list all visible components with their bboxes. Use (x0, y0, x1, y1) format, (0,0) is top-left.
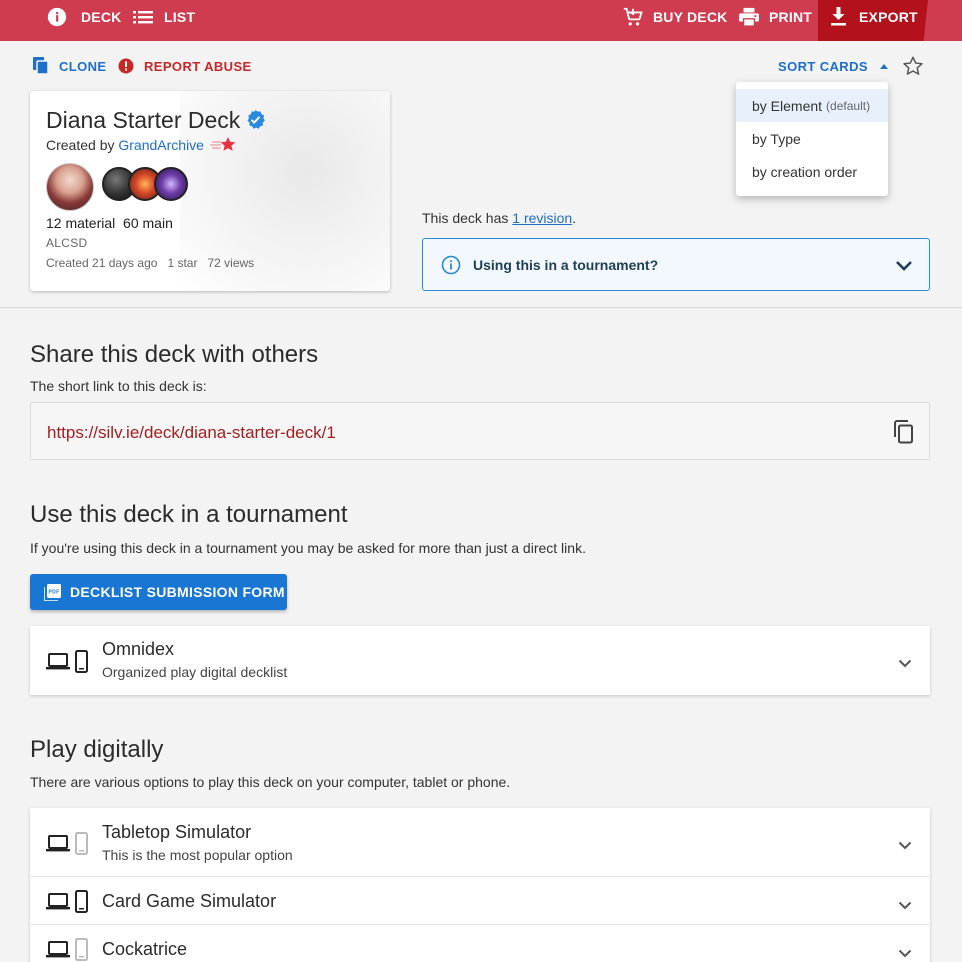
element-arcane-icon (154, 167, 188, 201)
view-count: 72 views (207, 256, 255, 270)
laptop-phone-disabled-icon (46, 938, 92, 962)
main-count: 60 main (123, 215, 173, 231)
card-game-simulator-option[interactable]: Card Game Simulator (30, 876, 930, 924)
print-label: PRINT (769, 8, 812, 25)
chevron-down-icon (898, 897, 912, 915)
sort-cards-menu: by Element (default) by Type by creation… (736, 82, 888, 196)
svg-text:PDF: PDF (49, 589, 60, 595)
tabletop-simulator-title: Tabletop Simulator (102, 822, 252, 842)
cart-icon (622, 6, 644, 28)
decklist-submission-button[interactable]: PDF DECKLIST SUBMISSION FORM (30, 574, 287, 610)
tournament-info-label: Using this in a tournament? (473, 256, 659, 273)
laptop-phone-icon (46, 650, 92, 679)
sort-cards-button[interactable]: SORT CARDS (778, 57, 898, 75)
print-icon (738, 7, 760, 27)
tournament-heading: Use this deck in a tournament (30, 501, 348, 528)
deck-card: Diana Starter Deck Created by GrandArchi… (30, 91, 390, 291)
share-intro: The short link to this deck is: (30, 378, 207, 394)
tabletop-simulator-option[interactable]: Tabletop Simulator This is the most popu… (30, 808, 930, 876)
info-icon (46, 6, 68, 28)
play-digitally-intro: There are various options to play this d… (30, 774, 511, 790)
omnidex-title: Omnidex (102, 639, 175, 659)
revision-prefix: This deck has (422, 210, 509, 226)
sort-by-type[interactable]: by Type (736, 122, 888, 155)
created-by-prefix: Created by (46, 137, 115, 153)
favorite-star-icon[interactable] (902, 55, 924, 82)
play-digitally-heading: Play digitally (30, 736, 164, 763)
list-tab-label: LIST (164, 8, 196, 25)
star-count: 1 star (167, 256, 198, 270)
sort-cards-label: SORT CARDS (778, 58, 868, 74)
chevron-down-icon (898, 945, 912, 962)
clone-button[interactable]: CLONE (33, 57, 107, 75)
omnidex-option[interactable]: Omnidex Organized play digital decklist (30, 626, 930, 695)
chevron-down-icon (898, 655, 912, 673)
card-game-simulator-title: Card Game Simulator (102, 891, 277, 911)
deck-title: Diana Starter Deck (46, 107, 241, 133)
clone-label: CLONE (59, 58, 107, 74)
print-button[interactable]: PRINT (738, 0, 812, 33)
copy-link-icon[interactable] (893, 420, 915, 449)
revision-suffix: . (572, 210, 577, 226)
sort-by-creation-order[interactable]: by creation order (736, 155, 888, 188)
share-heading: Share this deck with others (30, 341, 319, 368)
creator-badge-icon (210, 136, 238, 159)
info-outline-icon (441, 255, 461, 275)
buy-deck-button[interactable]: BUY DECK (622, 0, 727, 33)
deck-counts: 12 material 60 main (46, 215, 173, 231)
sort-by-creation-order-label: by creation order (752, 163, 858, 180)
created-by: Created by GrandArchive (46, 137, 204, 153)
short-link-url[interactable]: https://silv.ie/deck/diana-starter-deck/… (47, 423, 336, 443)
champion-avatar (46, 163, 94, 211)
tournament-info-box[interactable]: Using this in a tournament? (422, 238, 930, 291)
section-divider (0, 307, 962, 308)
play-options-panel: Tabletop Simulator This is the most popu… (30, 808, 930, 962)
cockatrice-option[interactable]: Cockatrice (30, 924, 930, 962)
author-link[interactable]: GrandArchive (118, 137, 204, 153)
revision-info: This deck has 1 revision. (422, 210, 576, 226)
tabletop-simulator-subtitle: This is the most popular option (102, 847, 293, 863)
laptop-phone-disabled-icon (46, 832, 92, 861)
material-count: 12 material (46, 215, 116, 231)
caret-up-icon (879, 63, 898, 69)
tournament-intro: If you're using this deck in a tournamen… (30, 540, 586, 556)
sort-by-element[interactable]: by Element (default) (736, 89, 888, 122)
laptop-phone-icon (46, 890, 92, 919)
created-date: Created 21 days ago (46, 256, 158, 270)
error-icon (118, 58, 144, 74)
list-tab[interactable]: LIST (133, 0, 195, 33)
deck-tab-label: DECK (81, 8, 122, 25)
report-abuse-label: REPORT ABUSE (144, 58, 252, 74)
report-abuse-button[interactable]: REPORT ABUSE (118, 57, 252, 75)
pdf-icon: PDF (44, 583, 61, 601)
tournament-options-panel: Omnidex Organized play digital decklist (30, 626, 930, 695)
sort-by-element-label: by Element (752, 97, 823, 114)
set-code: ALCSD (46, 236, 88, 250)
deck-tab[interactable]: DECK (46, 0, 121, 33)
top-bar: DECK LIST BUY DECK PRINT EXPORT (0, 0, 962, 41)
list-icon (133, 9, 153, 25)
buy-deck-label: BUY DECK (653, 8, 728, 25)
decklist-submission-label: DECKLIST SUBMISSION FORM (70, 584, 285, 600)
chevron-down-icon (898, 837, 912, 855)
copy-icon (33, 57, 59, 75)
download-icon (830, 7, 847, 26)
cockatrice-title: Cockatrice (102, 939, 188, 959)
deck-meta: Created 21 days ago 1 star 72 views (46, 256, 254, 270)
omnidex-subtitle: Organized play digital decklist (102, 664, 288, 680)
export-button[interactable]: EXPORT (830, 0, 918, 33)
default-note: (default) (826, 98, 871, 113)
chevron-down-icon (895, 260, 913, 272)
verified-icon (245, 109, 266, 135)
short-link-field[interactable]: https://silv.ie/deck/diana-starter-deck/… (30, 402, 930, 460)
export-label: EXPORT (859, 8, 918, 25)
revision-link[interactable]: 1 revision (512, 210, 572, 226)
sort-by-type-label: by Type (752, 130, 801, 147)
